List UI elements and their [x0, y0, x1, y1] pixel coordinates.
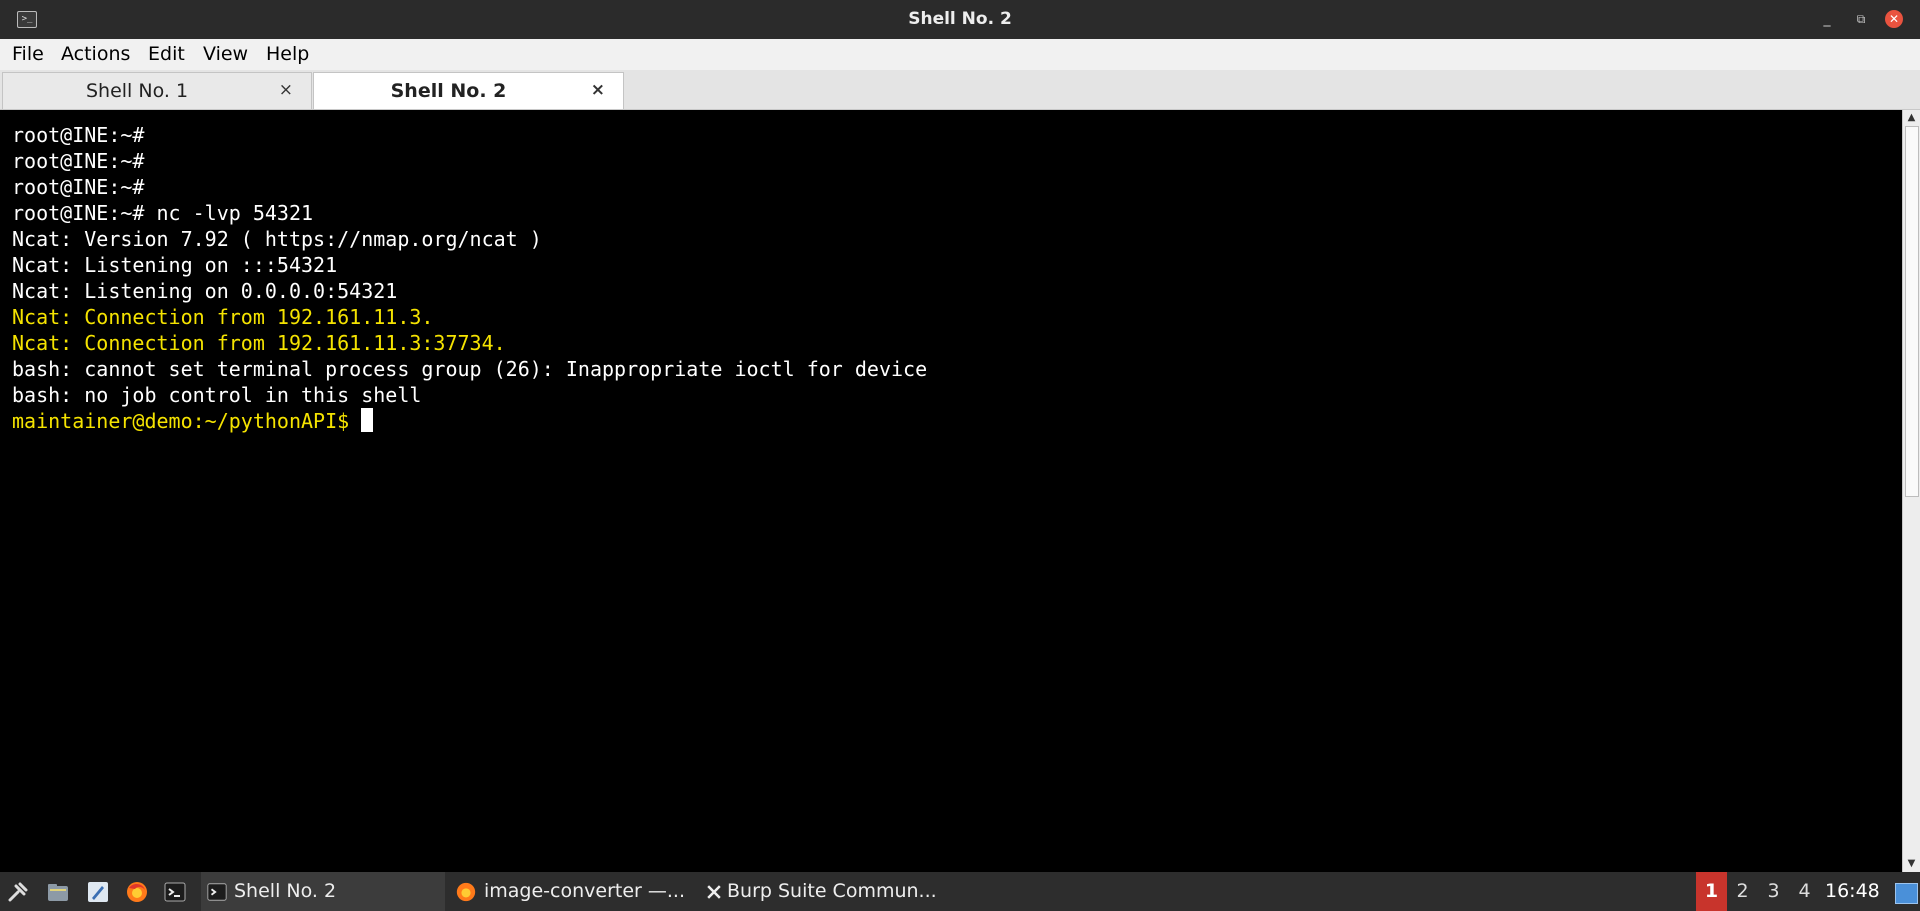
task-shell-no-2[interactable]: Shell No. 2 [201, 872, 445, 911]
terminal-output[interactable]: root@INE:~# root@INE:~# root@INE:~# root… [0, 110, 1902, 872]
terminal-line: bash: cannot set terminal process group … [12, 357, 928, 381]
task-burp-suite[interactable]: Burp Suite Commun... [700, 872, 950, 911]
terminal-icon[interactable] [163, 880, 187, 904]
close-tab-icon[interactable]: × [279, 80, 293, 100]
title-bar: >_ Shell No. 2 _ ⧉ ✕ [0, 0, 1920, 39]
terminal-line: root@INE:~# [12, 175, 145, 199]
terminal-line: Ncat: Version 7.92 ( https://nmap.org/nc… [12, 227, 542, 251]
terminal-line: root@INE:~# [12, 123, 145, 147]
burp-suite-icon [704, 882, 724, 902]
show-desktop-icon[interactable] [1895, 883, 1918, 904]
menu-view[interactable]: View [203, 43, 248, 65]
menu-bar: File Actions Edit View Help [0, 39, 1920, 70]
clock[interactable]: 16:48 [1825, 872, 1880, 911]
workspace-4[interactable]: 4 [1789, 872, 1820, 911]
workspace-2[interactable]: 2 [1727, 872, 1758, 911]
scroll-down-icon[interactable]: ▼ [1903, 856, 1920, 872]
minimize-button[interactable]: _ [1817, 9, 1837, 29]
shell-prompt: maintainer@demo:~/pythonAPI$ [12, 409, 350, 433]
taskbar: Shell No. 2 image-converter —... Burp Su… [0, 872, 1920, 911]
firefox-icon[interactable] [125, 880, 149, 904]
terminal-line: bash: no job control in this shell [12, 383, 422, 407]
terminal-line: root@INE:~# nc -lvp 54321 [12, 201, 314, 225]
terminal-icon [207, 883, 227, 901]
terminal-line: Ncat: Listening on :::54321 [12, 253, 338, 277]
menu-edit[interactable]: Edit [148, 43, 185, 65]
scroll-up-icon[interactable]: ▲ [1903, 110, 1920, 126]
menu-actions[interactable]: Actions [61, 43, 130, 65]
scrollbar-thumb[interactable] [1905, 126, 1919, 497]
workspace-1[interactable]: 1 [1696, 872, 1727, 911]
tab-label: Shell No. 2 [390, 80, 507, 102]
tab-shell-2[interactable]: Shell No. 2 × [313, 72, 624, 109]
terminal-prompt-line[interactable]: maintainer@demo:~/pythonAPI$ [12, 408, 374, 434]
terminal-line: Ncat: Connection from 192.161.11.3. [12, 305, 434, 329]
file-manager-icon[interactable] [46, 880, 70, 904]
terminal-line: Ncat: Listening on 0.0.0.0:54321 [12, 279, 398, 303]
menu-help[interactable]: Help [266, 43, 309, 65]
close-button[interactable]: ✕ [1885, 10, 1903, 28]
window-title: Shell No. 2 [908, 9, 1012, 29]
terminal-line: root@INE:~# [12, 149, 145, 173]
terminal-scrollbar[interactable]: ▲ ▼ [1902, 110, 1920, 872]
menu-file[interactable]: File [12, 43, 44, 65]
close-tab-icon[interactable]: × [591, 80, 605, 100]
task-label: image-converter —... [484, 880, 686, 902]
firefox-icon [456, 882, 476, 902]
task-image-converter[interactable]: image-converter —... [450, 872, 690, 911]
maximize-button[interactable]: ⧉ [1851, 9, 1871, 29]
tab-label: Shell No. 1 [85, 80, 189, 102]
tab-bar: Shell No. 1 × Shell No. 2 × [0, 70, 1920, 110]
terminal-line: Ncat: Connection from 192.161.11.3:37734… [12, 331, 506, 355]
workspace-3[interactable]: 3 [1758, 872, 1789, 911]
task-label: Shell No. 2 [234, 880, 337, 902]
tab-shell-1[interactable]: Shell No. 1 × [2, 72, 312, 109]
applications-menu-icon[interactable] [6, 880, 30, 904]
text-cursor [361, 408, 374, 432]
task-label: Burp Suite Commun... [727, 880, 937, 902]
text-editor-icon[interactable] [86, 880, 110, 904]
